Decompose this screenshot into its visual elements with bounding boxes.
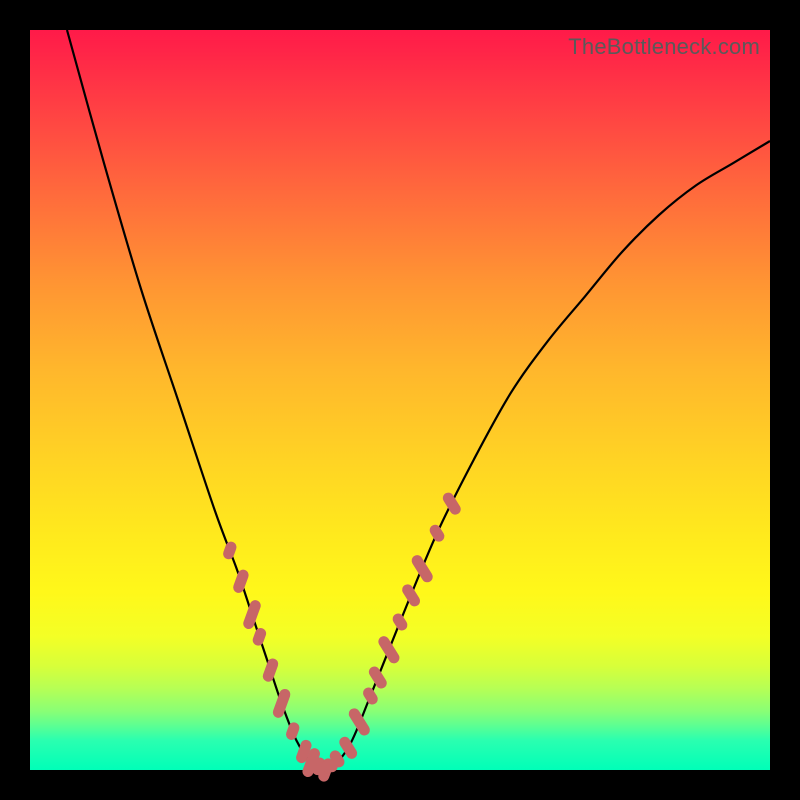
data-marker [347,706,372,737]
data-marker [376,634,401,665]
chart-plot-area: TheBottleneck.com [30,30,770,770]
data-marker [251,626,267,647]
data-marker [242,599,263,631]
data-marker [367,664,389,690]
data-marker [261,657,280,683]
data-marker [391,611,410,632]
data-marker [284,721,300,742]
data-marker [232,568,251,594]
bottleneck-curve-path [67,30,770,771]
data-marker [400,582,422,608]
bottleneck-curve-svg [30,30,770,770]
data-marker [410,553,435,584]
data-marker [428,523,447,544]
data-marker [361,685,380,706]
data-marker [441,491,463,517]
data-marker [322,760,338,772]
data-marker [222,540,238,561]
data-marker [271,687,292,719]
marker-layer [222,491,463,784]
